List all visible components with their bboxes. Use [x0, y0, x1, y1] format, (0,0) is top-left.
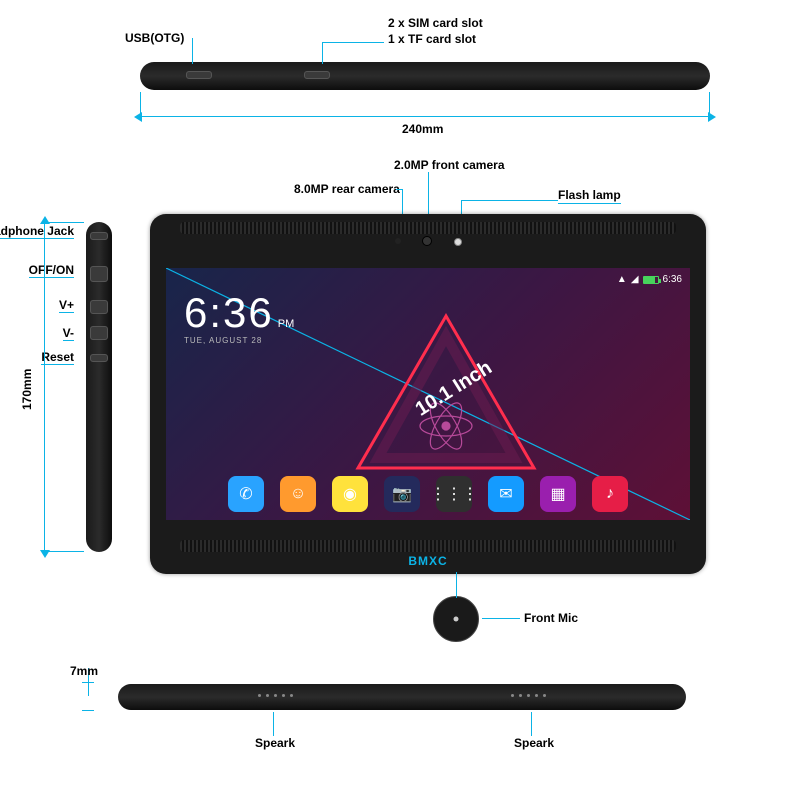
label-height: 170mm [20, 369, 34, 410]
label-front-cam: 2.0MP front camera [394, 158, 505, 172]
label-tf: 1 x TF card slot [388, 32, 476, 46]
top-speaker-grille [180, 222, 676, 234]
speaker-dots-left [258, 694, 293, 697]
app-music: ♪ [592, 476, 628, 512]
app-dock: ✆ ☺ ◉ 📷 ⋮⋮⋮ ✉ ▦ ♪ [166, 476, 690, 512]
label-front-mic: Front Mic [524, 611, 578, 625]
app-gallery: ▦ [540, 476, 576, 512]
mic-hole-icon [454, 617, 459, 622]
lock-clock: 6:36PM TUE, AUGUST 28 [184, 292, 294, 345]
status-bar: ▲ ◢ 6:36 [617, 274, 682, 285]
vol-down-icon [90, 326, 108, 340]
flash-icon [454, 238, 462, 246]
tablet-screen: ▲ ◢ 6:36 6:36PM TUE, AUGUST 28 10.1 Inch… [166, 268, 690, 520]
label-thickness: 7mm [70, 664, 98, 678]
leader-slot-h [322, 42, 384, 43]
bottom-speaker-grille [180, 540, 676, 552]
front-camera-icon [422, 236, 432, 246]
signal-icon: ◢ [631, 274, 639, 285]
label-vminus: V- [63, 326, 74, 341]
clock-time: 6:36 [184, 289, 274, 336]
bottom-edge-view [118, 684, 686, 710]
label-speaker-r: Speark [514, 736, 554, 750]
usb-port-icon [186, 71, 212, 79]
tablet-front-view: ▲ ◢ 6:36 6:36PM TUE, AUGUST 28 10.1 Inch… [150, 214, 706, 574]
app-apps: ⋮⋮⋮ [436, 476, 472, 512]
width-tick-l [140, 92, 141, 118]
reset-hole-icon [90, 354, 108, 362]
app-contacts: ☺ [280, 476, 316, 512]
power-button-icon [90, 266, 108, 282]
clock-date: TUE, AUGUST 28 [184, 336, 294, 345]
front-mic-zoom [433, 596, 479, 642]
width-measure-line [140, 116, 710, 117]
card-slot-icon [304, 71, 330, 79]
leader-usb [192, 38, 193, 64]
app-camera: 📷 [384, 476, 420, 512]
label-vplus: V+ [59, 298, 74, 313]
leader-slot-v [322, 42, 323, 64]
speaker-dots-right [511, 694, 546, 697]
label-flash: Flash lamp [558, 188, 621, 204]
height-measure-line [44, 222, 45, 552]
label-sim: 2 x SIM card slot [388, 16, 483, 30]
wifi-icon: ▲ [617, 274, 627, 285]
label-offon: OFF/ON [29, 263, 74, 278]
app-browser: ◉ [332, 476, 368, 512]
brand-text: BMXC [408, 554, 447, 568]
app-sms: ✉ [488, 476, 524, 512]
label-reset: Reset [41, 350, 74, 365]
label-width: 240mm [402, 122, 443, 136]
sensor-icon [395, 238, 401, 244]
label-headphone: Headphone Jack [0, 224, 74, 239]
status-time: 6:36 [663, 274, 682, 285]
battery-icon [643, 276, 659, 284]
label-rear-cam: 8.0MP rear camera [294, 182, 400, 196]
tablet-spec-diagram: USB(OTG) 2 x SIM card slot 1 x TF card s… [0, 0, 800, 800]
app-phone: ✆ [228, 476, 264, 512]
headphone-jack-icon [90, 232, 108, 240]
side-edge-view [86, 222, 112, 552]
label-speaker-l: Speark [255, 736, 295, 750]
width-tick-r [709, 92, 710, 118]
vol-up-icon [90, 300, 108, 314]
label-usb: USB(OTG) [125, 31, 184, 45]
top-edge-view [140, 62, 710, 90]
